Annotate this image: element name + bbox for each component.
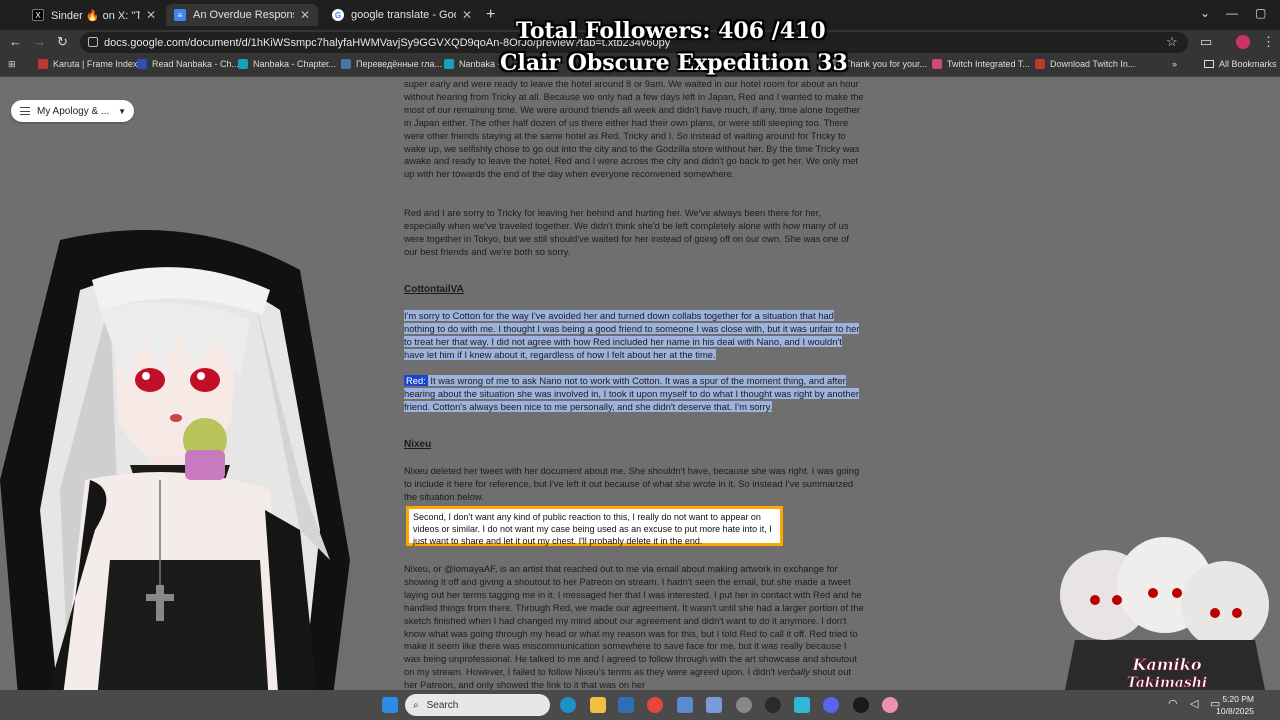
app-icon[interactable] xyxy=(882,697,898,713)
new-tab-button[interactable]: + xyxy=(486,6,495,24)
tab-sinder-x[interactable]: X Sinder 🔥 on X: "The burden of ✕ xyxy=(24,4,164,26)
document-outline-button[interactable]: My Apology & ... ▼ xyxy=(11,100,134,122)
watermark-signature: Takimashi xyxy=(1127,675,1207,691)
follower-count-overlay: Total Followers: 406 /410 xyxy=(516,18,826,44)
google-icon: G xyxy=(332,9,344,21)
close-tab-icon[interactable]: ✕ xyxy=(300,8,310,22)
bookmark-label: Nanbaka - xyxy=(459,59,501,69)
selected-text: I'm sorry to Cotton for the way I've avo… xyxy=(404,310,860,360)
all-bookmarks[interactable]: All Bookmarks xyxy=(1204,59,1277,69)
paragraph-tricky-2: Red and I are sorry to Tricky for leavin… xyxy=(404,207,849,257)
outline-icon xyxy=(20,107,30,115)
bookmark-nanbaka-chapter[interactable]: Nanbaka - Chapter... xyxy=(238,59,336,69)
steam-icon[interactable] xyxy=(853,697,869,713)
bookmark-label: Twitch Integrated T... xyxy=(947,59,1030,69)
site-info-icon[interactable] xyxy=(88,37,98,47)
clock-time: 5:20 PM xyxy=(1222,694,1254,704)
obs-icon[interactable] xyxy=(765,697,781,713)
windows-taskbar: ⌕ Search ◠ ◁ ▭ 5:20 PM 10/8/2025 xyxy=(0,690,1280,720)
system-clock[interactable]: 5:20 PM 10/8/2025 xyxy=(1216,693,1254,717)
bookmark-icon xyxy=(444,59,454,69)
bookmark-label: Read Nanbaka - Ch... xyxy=(152,59,240,69)
heading-cottontail: CottontailVA xyxy=(404,284,464,295)
forward-arrow-icon[interactable]: → xyxy=(33,34,46,49)
all-bookmarks-label: All Bookmarks xyxy=(1219,59,1277,69)
tab-title: Sinder 🔥 on X: "The burden of xyxy=(51,9,140,22)
tab-overdue-response[interactable]: ≡ An Overdue Response - Google ✕ xyxy=(166,4,318,26)
text-emphasis: verbally xyxy=(777,666,810,678)
selected-text: It was wrong of me to ask Nano not to wo… xyxy=(404,375,859,412)
close-tab-icon[interactable]: ✕ xyxy=(462,8,472,22)
close-tab-icon[interactable]: ✕ xyxy=(146,8,156,22)
bookmark-icon xyxy=(932,59,942,69)
bookmark-icon xyxy=(1035,59,1045,69)
quoted-excerpt: Second, I don't want any kind of public … xyxy=(406,506,783,546)
search-icon: ⌕ xyxy=(413,699,419,711)
windows-start-icon[interactable] xyxy=(382,697,398,713)
tab-google-translate[interactable]: G google translate - Google Sear ✕ xyxy=(324,4,480,26)
bookmark-download-twitch[interactable]: Download Twitch In... xyxy=(1035,59,1135,69)
bookmark-icon xyxy=(137,59,147,69)
bookmark-read-nanbaka[interactable]: Read Nanbaka - Ch... xyxy=(137,59,239,69)
paragraph-nixeu-details: Nixeu, or @lomayaAF, is an artist that r… xyxy=(404,563,864,690)
maximize-icon[interactable]: ▢ xyxy=(1255,6,1266,20)
bookmark-twitch-integrated[interactable]: Twitch Integrated T... xyxy=(932,59,1030,69)
bookmark-translated[interactable]: Переведённые гла... xyxy=(341,59,442,69)
chevron-down-icon[interactable]: ⌄ xyxy=(1200,6,1210,20)
outline-label: My Apology & ... xyxy=(37,105,110,117)
paragraph-nixeu-intro: Nixeu deleted her tweet with her documen… xyxy=(404,465,860,502)
back-arrow-icon[interactable]: ← xyxy=(9,34,22,49)
app-icon[interactable] xyxy=(677,697,693,713)
google-docs-icon: ≡ xyxy=(174,9,186,21)
game-title-overlay: Clair Obscure Expedition 33 xyxy=(500,50,848,76)
bookmark-label: Nanbaka - Chapter... xyxy=(253,59,337,69)
text-segment: Nixeu, or @lomayaAF, is an artist that r… xyxy=(404,563,864,678)
bookmark-karuta[interactable]: Karuta | Frame Index xyxy=(38,59,137,69)
menu-dots-icon[interactable]: ⋮ xyxy=(1262,34,1275,50)
app-icon[interactable] xyxy=(706,697,722,713)
paragraph-red: Red: It was wrong of me to ask Nano not … xyxy=(404,375,864,414)
star-icon[interactable]: ☆ xyxy=(1166,34,1178,50)
search-placeholder: Search xyxy=(426,699,459,711)
folder-icon xyxy=(1204,60,1214,68)
bookmark-icon xyxy=(238,59,248,69)
edge-icon[interactable] xyxy=(560,697,576,713)
paragraph-cotton: I'm sorry to Cotton for the way I've avo… xyxy=(404,310,864,362)
chevron-right-icon[interactable]: » xyxy=(1172,59,1177,69)
bookmark-label: Переведённые гла... xyxy=(356,59,442,69)
caret-down-icon: ▼ xyxy=(118,106,126,116)
x-logo-icon: X xyxy=(32,9,44,21)
vtuber-avatar xyxy=(0,230,350,720)
volume-icon[interactable]: ◁ xyxy=(1190,697,1206,713)
reload-icon[interactable]: ↻ xyxy=(57,34,68,50)
taskbar-search[interactable]: ⌕ Search xyxy=(405,694,550,716)
bookmark-nanbaka-2[interactable]: Nanbaka - xyxy=(444,59,501,69)
bookmark-label: Karuta | Frame Index xyxy=(53,59,138,69)
heading-nixeu: Nixeu xyxy=(404,439,432,450)
wifi-icon[interactable]: ◠ xyxy=(1168,697,1184,713)
app-icon[interactable] xyxy=(794,697,810,713)
bookmark-label: Download Twitch In... xyxy=(1050,59,1136,69)
settings-gear-icon[interactable] xyxy=(736,697,752,713)
minimize-icon[interactable]: — xyxy=(1226,6,1238,20)
watermark-signature: Kamiko xyxy=(1131,655,1201,674)
cast-icon[interactable]: ▭ xyxy=(1200,34,1212,50)
discord-icon[interactable] xyxy=(823,697,839,713)
profile-avatar[interactable] xyxy=(1236,35,1250,49)
clock-date: 10/8/2025 xyxy=(1216,706,1254,716)
tab-title: google translate - Google Sear xyxy=(351,9,456,21)
paragraph-tricky-1: super early and were ready to leave the … xyxy=(404,78,864,180)
file-explorer-icon[interactable] xyxy=(590,697,606,713)
store-icon[interactable] xyxy=(618,697,634,713)
chrome-icon[interactable] xyxy=(647,697,663,713)
vk-icon xyxy=(341,59,351,69)
bookmark-label: Thank you for your... xyxy=(845,59,928,69)
tab-title: An Overdue Response - Google xyxy=(193,9,294,21)
bookmark-icon xyxy=(38,59,48,69)
red-label: Red: xyxy=(404,375,428,386)
apps-grid-icon[interactable]: ⊞ xyxy=(8,59,16,70)
